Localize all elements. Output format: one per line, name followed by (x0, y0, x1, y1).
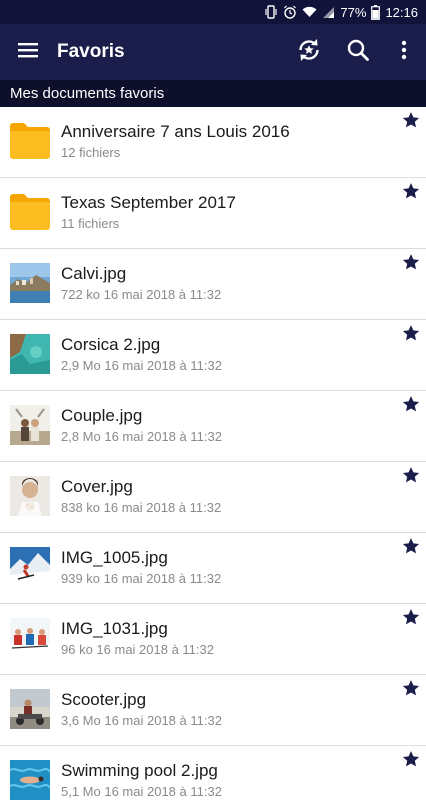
swimming-pool-photo-icon (10, 760, 50, 800)
more-options-button[interactable] (382, 24, 426, 80)
item-subtitle: 838 ko 16 mai 2018 à 11:32 (61, 500, 222, 515)
star-icon[interactable] (402, 679, 420, 697)
item-title: IMG_1031.jpg (61, 619, 168, 638)
coastal-town-photo-icon (10, 263, 50, 303)
item-subtitle: 12 fichiers (61, 145, 121, 160)
item-subtitle: 11 fichiers (61, 216, 120, 231)
star-icon[interactable] (402, 324, 420, 342)
list-item[interactable]: Cover.jpg 838 ko 16 mai 2018 à 11:32 (0, 462, 426, 533)
star-icon[interactable] (402, 608, 420, 626)
item-subtitle: 722 ko 16 mai 2018 à 11:32 (61, 287, 222, 302)
star-icon[interactable] (402, 537, 420, 555)
list-item[interactable]: Couple.jpg 2,8 Mo 16 mai 2018 à 11:32 (0, 391, 426, 462)
ski-group-photo-icon (10, 618, 50, 658)
section-title: Mes documents favoris (10, 85, 165, 102)
app-bar: Favoris (0, 24, 426, 80)
star-icon[interactable] (402, 182, 420, 200)
battery-percentage: 77% (340, 4, 367, 20)
item-title: Scooter.jpg (61, 690, 147, 709)
star-icon[interactable] (402, 395, 420, 413)
search-button[interactable] (334, 24, 382, 80)
item-subtitle: 3,6 Mo 16 mai 2018 à 11:32 (61, 713, 222, 728)
star-icon[interactable] (402, 466, 420, 484)
item-subtitle: 96 ko 16 mai 2018 à 11:32 (61, 642, 214, 657)
list-item[interactable]: IMG_1031.jpg 96 ko 16 mai 2018 à 11:32 (0, 604, 426, 675)
section-header: Mes documents favoris (0, 80, 426, 107)
battery-icon (371, 4, 381, 20)
alarm-icon (283, 5, 297, 19)
list-item[interactable]: Texas September 2017 11 fichiers (0, 178, 426, 249)
folder-icon (10, 194, 50, 234)
bride-photo-icon (10, 476, 50, 516)
more-vert-icon (401, 40, 407, 65)
item-subtitle: 2,9 Mo 16 mai 2018 à 11:32 (61, 358, 222, 373)
scooter-photo-icon (10, 689, 50, 729)
folder-icon (10, 123, 50, 163)
status-bar: 77% 12:16 (0, 0, 426, 24)
list-item[interactable]: Scooter.jpg 3,6 Mo 16 mai 2018 à 11:32 (0, 675, 426, 746)
menu-button[interactable] (0, 24, 56, 80)
star-icon[interactable] (402, 111, 420, 129)
list-item[interactable]: Swimming pool 2.jpg 5,1 Mo 16 mai 2018 à… (0, 746, 426, 800)
list-item[interactable]: IMG_1005.jpg 939 ko 16 mai 2018 à 11:32 (0, 533, 426, 604)
list-item[interactable]: Calvi.jpg 722 ko 16 mai 2018 à 11:32 (0, 249, 426, 320)
item-title: IMG_1005.jpg (61, 548, 168, 567)
item-title: Anniversaire 7 ans Louis 2016 (61, 122, 290, 141)
sync-button[interactable] (284, 24, 334, 80)
star-icon[interactable] (402, 253, 420, 271)
couple-photo-icon (10, 405, 50, 445)
favorites-list: Anniversaire 7 ans Louis 2016 12 fichier… (0, 107, 426, 800)
item-title: Cover.jpg (61, 477, 133, 496)
list-item[interactable]: Anniversaire 7 ans Louis 2016 12 fichier… (0, 107, 426, 178)
item-title: Corsica 2.jpg (61, 335, 161, 354)
vibrate-icon (264, 5, 278, 19)
hamburger-menu-icon (18, 42, 38, 63)
item-subtitle: 939 ko 16 mai 2018 à 11:32 (61, 571, 222, 586)
list-item[interactable]: Corsica 2.jpg 2,9 Mo 16 mai 2018 à 11:32 (0, 320, 426, 391)
sync-star-icon (296, 37, 322, 68)
item-title: Swimming pool 2.jpg (61, 761, 218, 780)
item-subtitle: 2,8 Mo 16 mai 2018 à 11:32 (61, 429, 222, 444)
status-time: 12:16 (385, 4, 418, 20)
search-icon (347, 39, 369, 66)
signal-icon (322, 6, 335, 19)
item-title: Couple.jpg (61, 406, 143, 425)
skier-photo-icon (10, 547, 50, 587)
turquoise-sea-photo-icon (10, 334, 50, 374)
page-title: Favoris (57, 41, 125, 62)
item-subtitle: 5,1 Mo 16 mai 2018 à 11:32 (61, 784, 222, 799)
item-title: Calvi.jpg (61, 264, 127, 283)
item-title: Texas September 2017 (61, 193, 236, 212)
wifi-icon (302, 6, 317, 18)
star-icon[interactable] (402, 750, 420, 768)
